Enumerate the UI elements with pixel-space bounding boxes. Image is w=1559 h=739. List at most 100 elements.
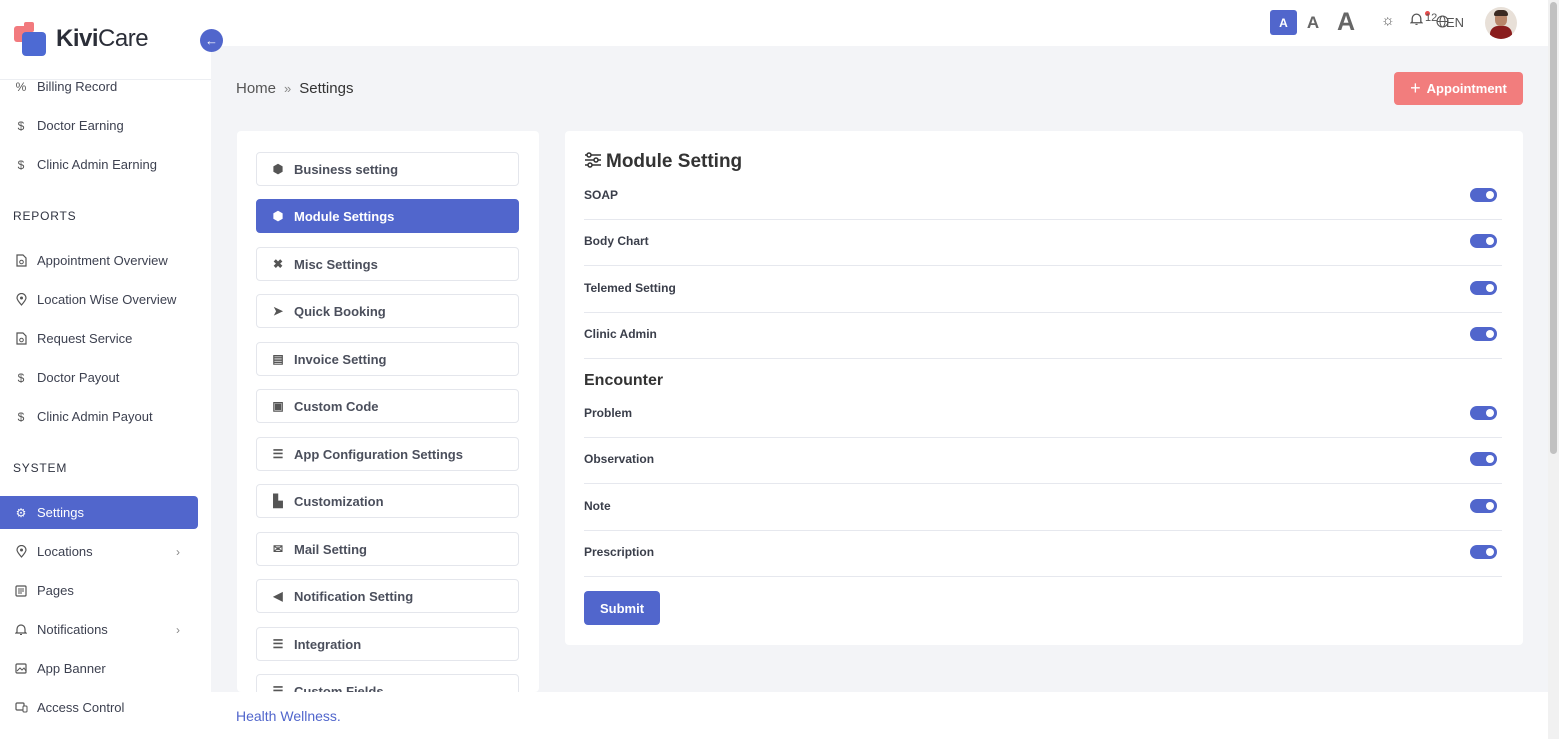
top-bar: A A A ☼ 12 EN (211, 0, 1548, 46)
setting-row-prescription: Prescription (584, 531, 1502, 577)
location-pin-icon (14, 545, 28, 558)
sidebar-item-doctor-payout[interactable]: $ Doctor Payout (0, 361, 198, 394)
sidebar-item-label: Locations (37, 544, 93, 559)
footer: Health Wellness. (211, 692, 1548, 739)
envelope-icon: ✉ (272, 542, 284, 556)
font-size-medium-button[interactable]: A (1303, 10, 1323, 35)
sidebar: KiviCare % Billing Record $ Doctor Earni… (0, 0, 211, 739)
add-appointment-button[interactable]: + Appointment (1394, 72, 1523, 105)
location-pin-icon (14, 293, 28, 306)
settings-menu-invoice-setting[interactable]: ▤ Invoice Setting (256, 342, 519, 376)
menu-item-label: Misc Settings (294, 256, 378, 272)
sidebar-item-pages[interactable]: Pages (0, 574, 198, 607)
setting-label: Telemed Setting (584, 281, 676, 295)
problem-toggle[interactable] (1470, 406, 1497, 420)
banner-image-icon (14, 663, 28, 674)
sidebar-item-request-service[interactable]: Request Service (0, 322, 198, 355)
sliders-icon: ☰ (272, 637, 284, 651)
sidebar-item-label: Appointment Overview (37, 253, 168, 268)
menu-item-label: Integration (294, 636, 362, 652)
font-size-large-button[interactable]: A (1333, 8, 1359, 36)
sidebar-item-label: Pages (37, 583, 74, 598)
menu-item-label: Module Settings (294, 208, 395, 224)
tools-icon: ✖ (272, 257, 284, 271)
palette-icon: ▙ (273, 494, 283, 508)
settings-menu-custom-code[interactable]: ▣ Custom Code (256, 389, 519, 423)
brand-name: KiviCare (56, 25, 149, 52)
logo[interactable]: KiviCare (14, 22, 149, 56)
note-toggle[interactable] (1470, 499, 1497, 513)
sun-icon[interactable]: ☼ (1381, 12, 1395, 29)
prescription-toggle[interactable] (1470, 545, 1497, 559)
menu-item-label: Invoice Setting (294, 351, 387, 367)
plus-icon: + (1410, 78, 1421, 98)
settings-menu-app-configuration[interactable]: ☰ App Configuration Settings (256, 437, 519, 471)
sidebar-item-label: Clinic Admin Payout (37, 409, 153, 424)
chevron-right-icon: › (176, 622, 180, 637)
sidebar-item-appointment-overview[interactable]: Appointment Overview (0, 244, 198, 277)
language-selector[interactable]: EN (1446, 15, 1464, 30)
sliders-icon (584, 151, 602, 173)
bell-icon[interactable] (1409, 12, 1424, 30)
dollar-icon: $ (17, 118, 25, 133)
breadcrumb-home[interactable]: Home (236, 80, 276, 97)
logo-area: KiviCare (0, 0, 211, 80)
sidebar-item-locations[interactable]: Locations › (0, 535, 198, 568)
setting-label: Observation (584, 452, 655, 466)
sidebar-item-clinic-admin-earning[interactable]: $ Clinic Admin Earning (0, 148, 198, 181)
paper-plane-icon: ➤ (272, 304, 284, 318)
setting-row-note: Note (584, 485, 1502, 531)
clinic-admin-toggle[interactable] (1470, 327, 1497, 341)
sidebar-item-clinic-admin-payout[interactable]: $ Clinic Admin Payout (0, 400, 198, 433)
sidebar-item-doctor-earning[interactable]: $ Doctor Earning (0, 109, 198, 142)
menu-item-label: Custom Code (294, 398, 379, 414)
sidebar-item-location-wise-overview[interactable]: Location Wise Overview (0, 283, 198, 316)
sidebar-collapse-button[interactable]: ← (200, 29, 223, 52)
sidebar-item-label: Notifications (37, 622, 108, 637)
sidebar-item-app-banner[interactable]: App Banner (0, 652, 198, 685)
code-file-icon: ▣ (272, 399, 284, 413)
settings-menu-customization[interactable]: ▙ Customization (256, 484, 519, 518)
chevron-right-icon: › (176, 544, 180, 559)
settings-menu-quick-booking[interactable]: ➤ Quick Booking (256, 294, 519, 328)
setting-row-observation: Observation (584, 438, 1502, 484)
sidebar-item-label: Access Control (37, 700, 125, 715)
settings-menu-custom-fields[interactable]: ☰ Custom Fields (256, 674, 519, 692)
observation-toggle[interactable] (1470, 452, 1497, 466)
megaphone-icon: ◀ (273, 589, 283, 603)
sidebar-item-label: App Banner (37, 661, 106, 676)
breadcrumb-current: Settings (299, 80, 354, 97)
soap-toggle[interactable] (1470, 188, 1497, 202)
breadcrumb: Home » Settings (236, 80, 353, 97)
double-chevron-right-icon: » (284, 81, 292, 96)
setting-label: Note (584, 499, 611, 513)
font-size-small-button[interactable]: A (1270, 10, 1297, 35)
setting-row-body-chart: Body Chart (584, 220, 1502, 266)
submit-button[interactable]: Submit (584, 591, 660, 625)
sidebar-item-access-control[interactable]: Access Control (0, 691, 198, 724)
avatar[interactable] (1485, 7, 1517, 39)
footer-link[interactable]: Health Wellness. (236, 708, 341, 724)
menu-item-label: App Configuration Settings (294, 446, 463, 462)
kivicare-logo-icon (14, 22, 48, 56)
settings-menu-misc-settings[interactable]: ✖ Misc Settings (256, 247, 519, 281)
sidebar-item-settings[interactable]: ⚙ Settings (0, 496, 198, 529)
setting-label: Problem (584, 406, 633, 420)
encounter-heading: Encounter (584, 372, 664, 389)
setting-label: Clinic Admin (584, 327, 657, 341)
system-section-title: SYSTEM (13, 461, 68, 475)
sidebar-item-notifications[interactable]: Notifications › (0, 613, 198, 646)
settings-menu-module-settings[interactable]: ⬢ Module Settings (256, 199, 519, 233)
sidebar-item-billing-record[interactable]: % Billing Record (0, 70, 198, 103)
settings-menu-mail-setting[interactable]: ✉ Mail Setting (256, 532, 519, 566)
module-settings-panel: Module Setting SOAP Body Chart Telemed S… (565, 131, 1523, 645)
settings-menu-notification-setting[interactable]: ◀ Notification Setting (256, 579, 519, 613)
body-chart-toggle[interactable] (1470, 234, 1497, 248)
menu-item-label: Mail Setting (294, 541, 367, 557)
page-scrollbar[interactable] (1548, 0, 1559, 739)
menu-item-label: Notification Setting (294, 588, 414, 604)
setting-label: Body Chart (584, 234, 649, 248)
settings-menu-integration[interactable]: ☰ Integration (256, 627, 519, 661)
settings-menu-business-setting[interactable]: ⬢ Business setting (256, 152, 519, 186)
telemed-toggle[interactable] (1470, 281, 1497, 295)
